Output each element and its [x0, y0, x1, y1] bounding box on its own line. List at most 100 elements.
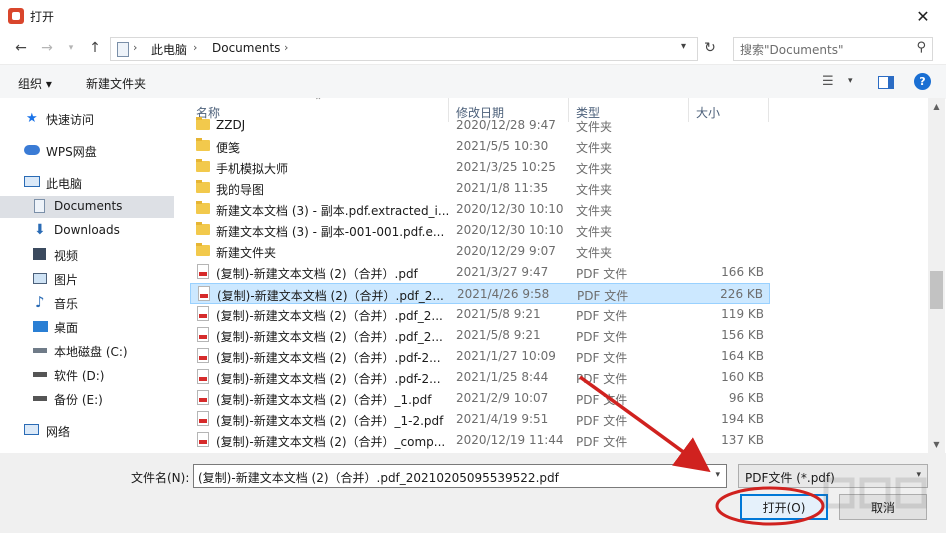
scrollbar-thumb[interactable]	[930, 270, 943, 309]
download-icon: ⬇	[34, 222, 46, 238]
file-row[interactable]: 新建文件夹 2020/12/29 9:07 文件夹	[190, 241, 770, 262]
nav-label: Documents	[54, 199, 123, 213]
pdf-file-icon	[198, 286, 210, 301]
new-folder-button[interactable]: 新建文件夹	[86, 75, 146, 92]
file-row[interactable]: 我的导图 2021/1/8 11:35 文件夹	[190, 178, 770, 199]
recent-locations-button[interactable]: ▾	[60, 38, 82, 58]
nav-item-drive-e[interactable]: 备份 (E:)	[0, 388, 174, 410]
file-size: 119 KB	[721, 307, 764, 321]
nav-item-desktop[interactable]: 桌面	[0, 316, 174, 338]
file-row[interactable]: 手机模拟大师 2021/3/25 10:25 文件夹	[190, 157, 770, 178]
nav-item-network[interactable]: 网络	[0, 420, 174, 442]
file-row[interactable]: (复制)-新建文本文档 (2)（合并）_1.pdf 2021/2/9 10:07 P…	[190, 388, 770, 409]
file-date: 2021/5/5 10:30	[456, 139, 549, 153]
help-icon[interactable]: ?	[914, 73, 931, 90]
nav-item-documents[interactable]: Documents	[0, 196, 174, 218]
address-dropdown-icon[interactable]: ▾	[681, 41, 686, 52]
file-name: (复制)-新建文本文档 (2)（合并）_comp...	[216, 435, 446, 449]
folder-icon	[196, 117, 210, 130]
file-row[interactable]: 便笺 2021/5/5 10:30 文件夹	[190, 136, 770, 157]
file-row[interactable]: ZZDJ 2020/12/28 9:47 文件夹	[190, 115, 770, 136]
file-row[interactable]: 新建文本文档 (3) - 副本.pdf.extracted_i... 2020/1…	[190, 199, 770, 220]
nav-item-drive-c[interactable]: 本地磁盘 (C:)	[0, 340, 174, 362]
close-button[interactable]: ✕	[900, 0, 946, 32]
breadcrumb-this-pc[interactable]: 此电脑	[151, 41, 187, 58]
file-size: 137 KB	[721, 433, 764, 447]
file-row[interactable]: (复制)-新建文本文档 (2)（合并）.pdf 2021/3/27 9:47 PDF…	[190, 262, 770, 283]
folder-icon	[196, 159, 210, 172]
folder-icon	[196, 180, 210, 193]
nav-label: 快速访问	[46, 113, 95, 127]
file-size: 96 KB	[728, 391, 764, 405]
breadcrumb-separator[interactable]: ›	[284, 41, 288, 54]
nav-label: 软件 (D:)	[54, 369, 105, 383]
refresh-button[interactable]: ↻	[700, 37, 720, 59]
search-input[interactable]: 搜索"Documents" ⚲	[733, 37, 933, 61]
nav-item-pictures[interactable]: 图片	[0, 268, 174, 290]
nav-item-videos[interactable]: 视频	[0, 244, 174, 266]
vertical-scrollbar[interactable]: ▲ ▼	[928, 98, 945, 453]
computer-icon	[24, 176, 40, 187]
nav-item-music[interactable]: ♪ 音乐	[0, 292, 174, 314]
picture-icon	[33, 273, 47, 284]
file-type: PDF 文件	[576, 351, 628, 365]
file-date: 2020/12/30 10:10	[456, 202, 564, 216]
file-list: ⌃ 名称 修改日期 类型 大小 ZZDJ 2020/12/28 9:47 文件夹 便笺…	[178, 98, 928, 453]
file-type: 文件夹	[576, 246, 613, 260]
file-row[interactable]: (复制)-新建文本文档 (2)（合并）.pdf_2... 2021/4/26 9:…	[190, 283, 770, 304]
up-button[interactable]: ↑	[84, 38, 106, 58]
breadcrumb-separator[interactable]: ›	[133, 41, 137, 54]
back-button[interactable]: ←	[10, 38, 32, 58]
file-type: PDF 文件	[576, 309, 628, 323]
nav-item-downloads[interactable]: ⬇ Downloads	[0, 220, 174, 242]
address-bar[interactable]: › 此电脑 › Documents › ▾	[110, 37, 698, 61]
nav-label: Downloads	[54, 223, 120, 237]
preview-pane-icon[interactable]	[878, 76, 894, 89]
file-row[interactable]: (复制)-新建文本文档 (2)（合并）.pdf-2... 2021/1/27 10…	[190, 346, 770, 367]
nav-item-this-pc[interactable]: 此电脑	[0, 172, 174, 194]
nav-item-quick-access[interactable]: ★ 快速访问	[0, 108, 174, 130]
file-date: 2021/5/8 9:21	[456, 328, 541, 342]
folder-icon	[196, 222, 210, 235]
forward-button[interactable]: →	[36, 38, 58, 58]
view-dropdown-icon[interactable]: ▾	[848, 76, 853, 86]
close-icon: ✕	[916, 6, 930, 26]
nav-label: 本地磁盘 (C:)	[54, 345, 128, 359]
file-type: PDF 文件	[576, 267, 628, 281]
file-row[interactable]: (复制)-新建文本文档 (2)（合并）.pdf_2... 2021/5/8 9:2…	[190, 304, 770, 325]
file-date: 2021/3/27 9:47	[456, 265, 549, 279]
file-row[interactable]: 新建文本文档 (3) - 副本-001-001.pdf.e... 2020/12/…	[190, 220, 770, 241]
file-type: 文件夹	[576, 225, 613, 239]
scroll-up-icon[interactable]: ▲	[928, 98, 945, 115]
drive-icon	[33, 348, 47, 353]
folder-icon	[196, 138, 210, 151]
organize-button[interactable]: 组织 ▾	[18, 75, 52, 92]
file-date: 2021/4/26 9:58	[457, 287, 550, 301]
scroll-down-icon[interactable]: ▼	[928, 436, 945, 453]
view-options-icon[interactable]: ☰	[822, 74, 834, 89]
open-button[interactable]: 打开(O)	[740, 494, 828, 520]
file-date: 2021/1/27 10:09	[456, 349, 556, 363]
drive-icon	[33, 372, 47, 377]
file-date: 2020/12/28 9:47	[456, 118, 556, 132]
pdf-file-icon	[197, 264, 209, 279]
file-size: 164 KB	[721, 349, 764, 363]
file-name: (复制)-新建文本文档 (2)（合并）.pdf-2...	[216, 351, 441, 365]
navigation-pane: ★ 快速访问 WPS网盘 此电脑 Documents ⬇ Downloads 视…	[0, 98, 178, 453]
nav-item-wps-cloud[interactable]: WPS网盘	[0, 140, 174, 162]
breadcrumb-documents[interactable]: Documents	[212, 41, 280, 55]
file-date: 2021/5/8 9:21	[456, 307, 541, 321]
file-row[interactable]: (复制)-新建文本文档 (2)（合并）.pdf_2... 2021/5/8 9:2…	[190, 325, 770, 346]
file-row[interactable]: (复制)-新建文本文档 (2)（合并）.pdf-2... 2021/1/25 8:…	[190, 367, 770, 388]
chevron-down-icon[interactable]: ▾	[715, 470, 720, 480]
pdf-file-icon	[197, 432, 209, 447]
nav-item-drive-d[interactable]: 软件 (D:)	[0, 364, 174, 386]
file-size: 160 KB	[721, 370, 764, 384]
breadcrumb-separator[interactable]: ›	[193, 41, 197, 54]
file-row[interactable]: (复制)-新建文本文档 (2)（合并）_comp... 2020/12/19 11…	[190, 430, 770, 451]
folder-location-icon	[117, 42, 129, 57]
file-row[interactable]: (复制)-新建文本文档 (2)（合并）_1-2.pdf 2021/4/19 9:5…	[190, 409, 770, 430]
filename-input[interactable]: (复制)-新建文本文档 (2)（合并）.pdf_2021020509553952…	[193, 464, 727, 488]
music-icon: ♪	[35, 293, 45, 311]
file-type: 文件夹	[576, 183, 613, 197]
